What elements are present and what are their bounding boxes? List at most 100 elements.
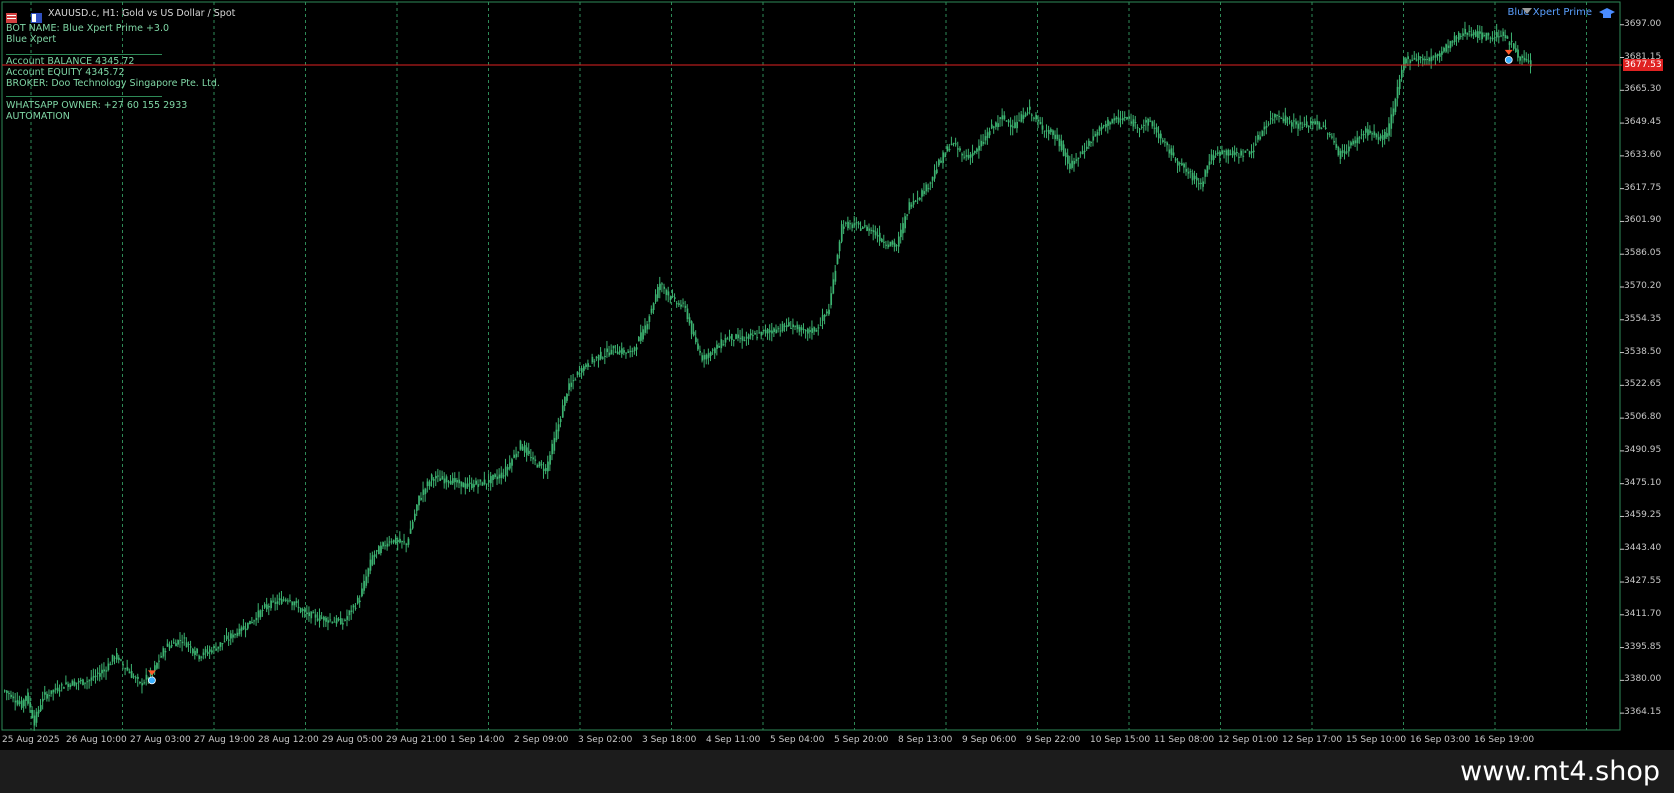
candle-body: [741, 336, 744, 341]
candle-body: [382, 542, 384, 547]
candle-body: [1339, 150, 1342, 159]
candle-body: [356, 597, 359, 604]
candle-body: [1193, 175, 1196, 180]
candle-body: [855, 222, 858, 224]
candle-body: [1132, 119, 1135, 127]
candle-body: [995, 122, 997, 127]
candle-body: [1288, 121, 1291, 123]
candle-body: [293, 601, 296, 606]
candle-body: [513, 454, 516, 458]
candle-body: [692, 331, 695, 336]
candle-body: [314, 614, 317, 618]
candle-body: [969, 154, 972, 158]
candle-body: [483, 479, 486, 485]
candle-body: [1238, 156, 1240, 158]
candle-body: [145, 674, 148, 680]
candle-body: [794, 325, 797, 327]
candle-body: [1419, 56, 1422, 58]
candle-body: [832, 279, 835, 294]
price-axis-label: 3364.15: [1624, 707, 1662, 718]
candle-body: [1079, 152, 1082, 154]
time-axis-label: 29 Aug 05:00: [322, 735, 383, 745]
candle-body: [420, 497, 423, 500]
candle-body: [67, 683, 70, 687]
time-axis-label: 1 Sep 14:00: [450, 735, 505, 745]
candle-body: [137, 676, 139, 679]
candle-body: [359, 600, 361, 602]
price-axis-label: 3697.00: [1624, 18, 1662, 29]
candle-body: [1083, 150, 1086, 152]
candle-body: [130, 671, 133, 678]
candle-body: [648, 316, 651, 322]
candle-body: [485, 483, 488, 485]
candle-body: [1155, 127, 1158, 133]
candle-body: [1409, 60, 1412, 63]
candle-body: [695, 337, 697, 343]
chart-type-icon[interactable]: [6, 8, 17, 23]
candle-body: [1231, 150, 1234, 156]
candle-body: [1086, 146, 1088, 149]
candle-body: [1462, 33, 1464, 36]
candle-body: [1217, 152, 1219, 154]
candle-body: [946, 146, 949, 152]
candle-body: [454, 478, 456, 483]
candle-body: [929, 182, 932, 184]
candle-body: [230, 633, 232, 639]
candle-body: [785, 325, 788, 328]
candle-body: [73, 681, 76, 686]
candle-body: [595, 356, 598, 359]
candle-body: [591, 356, 594, 363]
candle-body: [1299, 122, 1302, 125]
time-axis-label: 27 Aug 03:00: [130, 735, 191, 745]
candle-body: [762, 329, 765, 332]
trade-marker-icon[interactable]: [1504, 49, 1513, 64]
candle-body: [564, 396, 566, 406]
candle-body: [1181, 163, 1183, 166]
candle-body: [394, 537, 397, 544]
candle-body: [1071, 160, 1073, 168]
candle-body: [1301, 126, 1304, 128]
candle-body: [1098, 127, 1101, 132]
time-axis-label: 16 Sep 19:00: [1474, 735, 1535, 745]
candle-body: [777, 328, 780, 330]
candle-body: [804, 330, 807, 332]
candle-body: [1149, 120, 1152, 122]
candle-body: [473, 484, 475, 488]
expert-advisor-label[interactable]: Blue Xpert Prime: [1507, 7, 1592, 18]
price-chart[interactable]: [0, 0, 1674, 750]
candle-body: [48, 695, 51, 697]
graduation-cap-icon[interactable]: [1598, 6, 1616, 25]
candle-body: [940, 160, 942, 163]
candle-body: [847, 221, 849, 229]
broker-label: BROKER: Doo Technology Singapore Pte. Lt…: [6, 78, 220, 89]
candle-body: [1352, 140, 1355, 145]
candle-body: [139, 681, 141, 683]
chart-symbol-title: XAUUSD.c, H1: Gold vs US Dollar / Spot: [48, 8, 236, 19]
candle-body: [711, 349, 714, 351]
time-axis-label: 8 Sep 13:00: [898, 735, 953, 745]
candle-body: [1248, 151, 1251, 155]
candle-body: [800, 327, 803, 331]
candle-body: [963, 156, 966, 158]
candle-body: [1242, 155, 1245, 157]
scroll-marker-icon[interactable]: [1522, 0, 1532, 19]
candle-body: [1043, 130, 1046, 132]
candle-body: [1515, 48, 1517, 52]
candle-body: [111, 654, 114, 662]
candle-body: [185, 642, 188, 648]
candle-body: [1422, 58, 1424, 61]
candle-body: [297, 606, 300, 609]
symbol-flag-icon[interactable]: [31, 8, 42, 23]
candle-body: [94, 675, 97, 677]
candle-body: [1115, 117, 1118, 120]
candle-body: [1223, 150, 1226, 152]
candle-body: [644, 325, 647, 333]
candle-body: [1305, 121, 1308, 127]
candle-body: [1204, 170, 1207, 177]
candle-body: [790, 327, 792, 329]
candle-body: [1316, 120, 1319, 125]
chart-window[interactable]: XAUUSD.c, H1: Gold vs US Dollar / Spot B…: [0, 0, 1674, 750]
candle-body: [1092, 136, 1095, 141]
candle-body: [817, 327, 820, 329]
time-axis-label: 2 Sep 09:00: [514, 735, 569, 745]
